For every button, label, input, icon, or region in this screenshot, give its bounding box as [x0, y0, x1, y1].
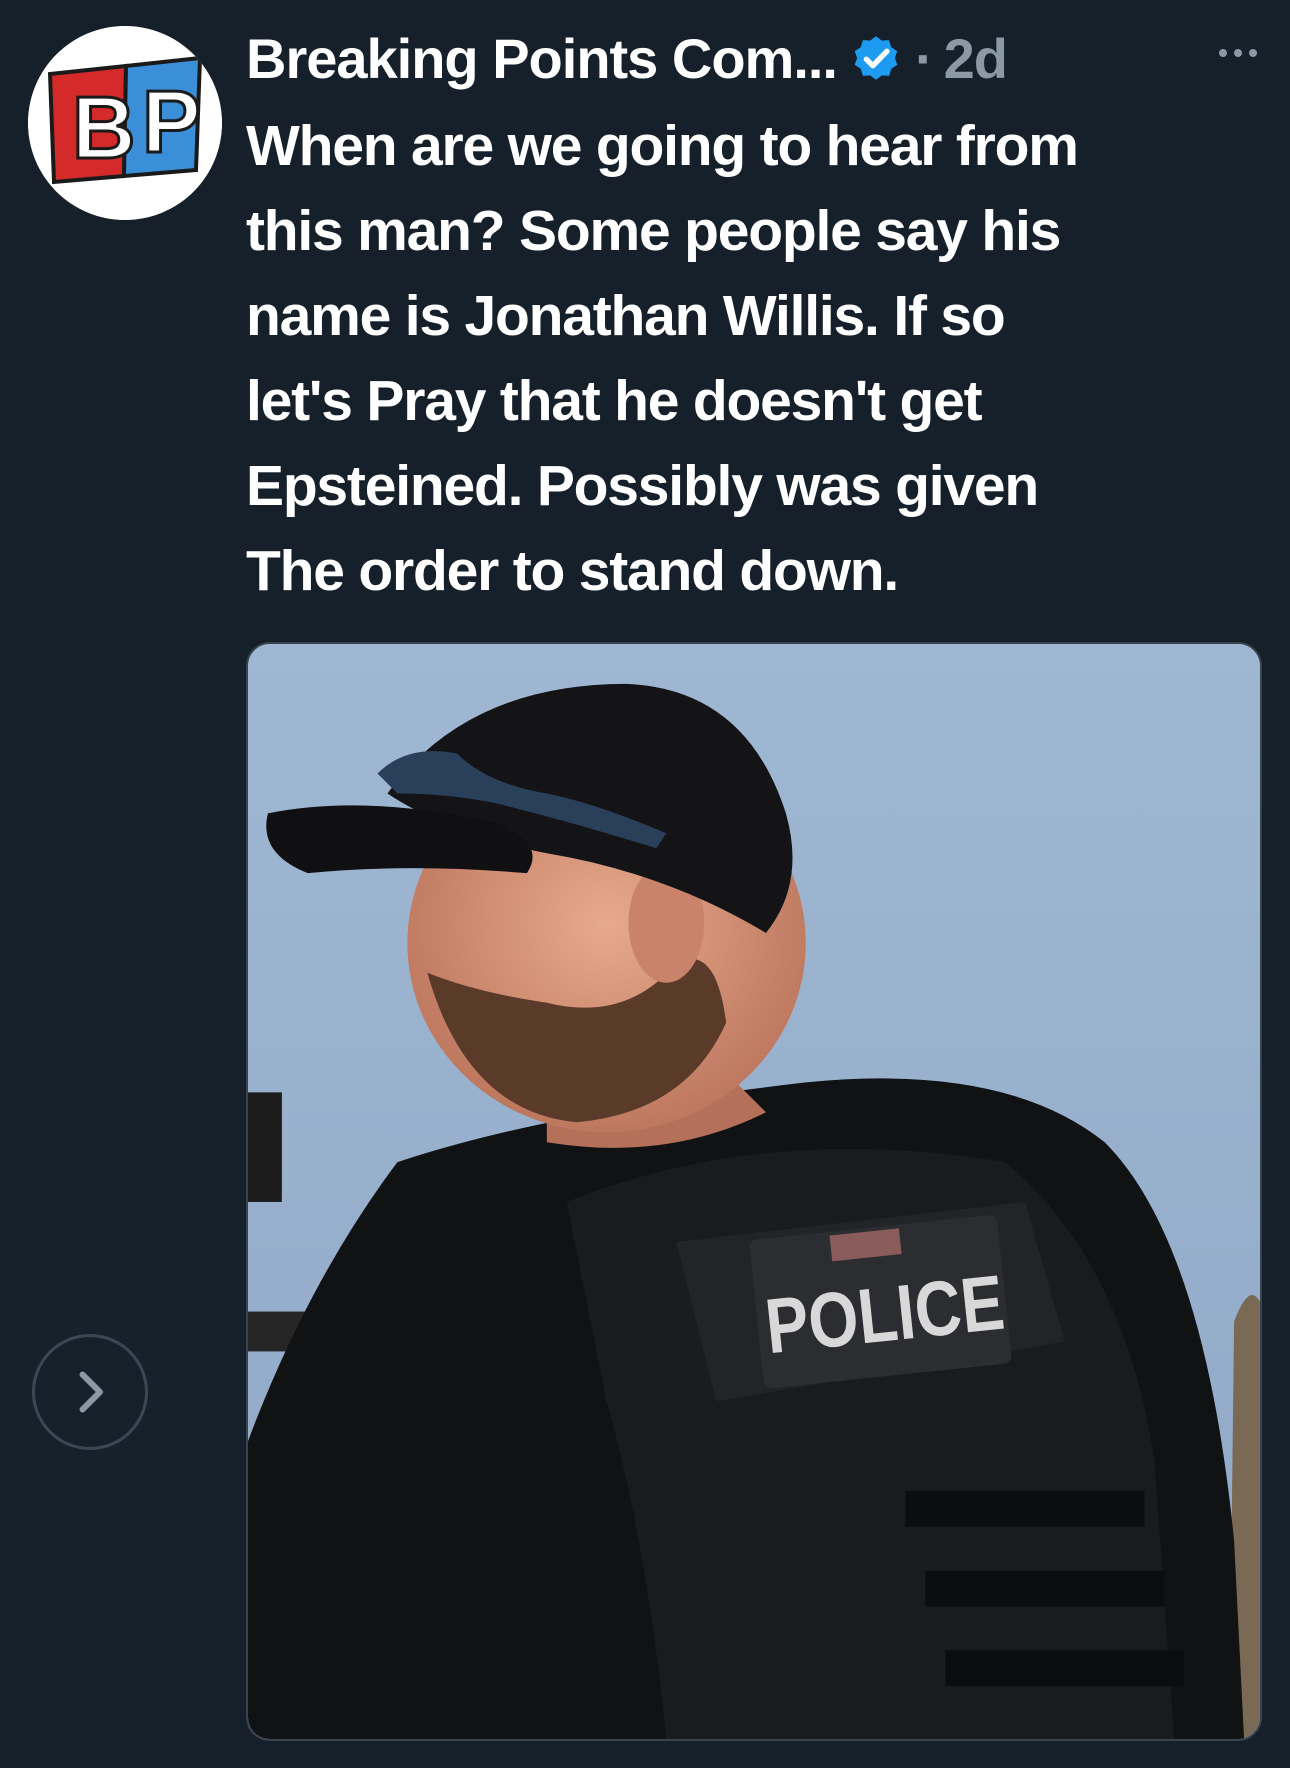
tweet-text: When are we going to hear from this man?…	[246, 114, 1079, 603]
author-display-name[interactable]: Breaking Points Com...	[246, 26, 838, 91]
chevron-right-icon	[79, 1371, 103, 1413]
tweet[interactable]: B P Breaking Points Com... · 2d When are…	[0, 0, 1290, 1768]
avatar-letter-b: B	[72, 78, 136, 177]
avatar-letter-p: P	[142, 72, 201, 171]
tweet-media-image[interactable]: POLICE	[246, 642, 1262, 1741]
tweet-timestamp[interactable]: 2d	[944, 26, 1008, 91]
more-horizontal-icon[interactable]	[1208, 38, 1268, 68]
photo-officer: POLICE	[248, 644, 1260, 1739]
separator-dot: ·	[915, 26, 934, 90]
tweet-header: Breaking Points Com... · 2d	[246, 22, 1008, 94]
verified-badge-icon[interactable]	[847, 29, 905, 87]
breaking-points-logo: B P	[28, 26, 222, 220]
avatar[interactable]: B P	[28, 26, 222, 220]
carousel-next-button[interactable]	[32, 1334, 148, 1450]
